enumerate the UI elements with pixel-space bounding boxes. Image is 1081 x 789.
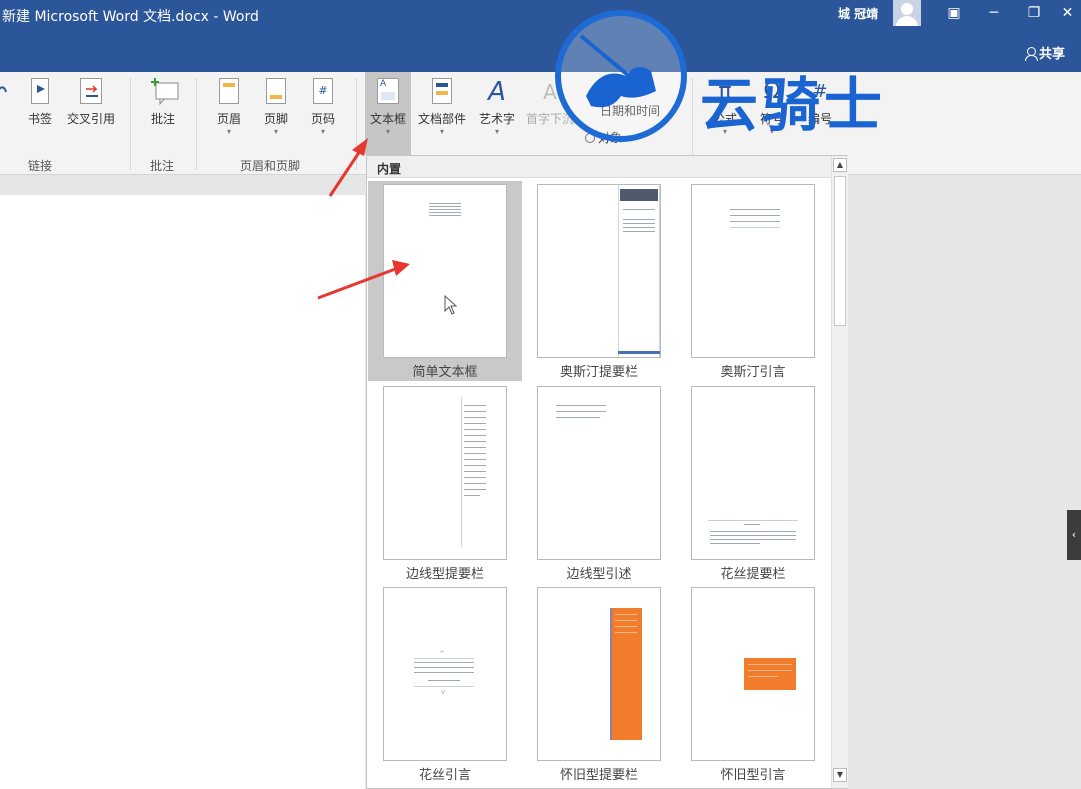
- arrow-to-textbox-icon: [328, 138, 368, 197]
- annotation-arrows: [317, 138, 410, 300]
- arrow-to-simple-textbox-icon: [317, 260, 410, 300]
